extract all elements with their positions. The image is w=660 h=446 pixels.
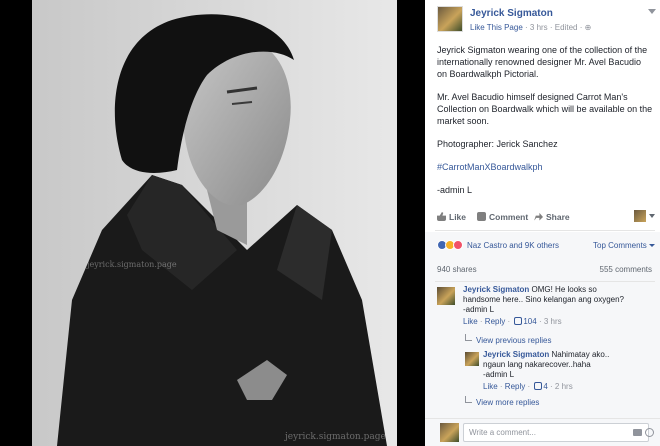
photo-stage[interactable]: jeyrick.sigmaton.page jeyrick.sigmaton.p… <box>0 0 425 446</box>
comment-reply-link[interactable]: Reply <box>485 317 505 326</box>
photographer-credit: Photographer: Jerick Sanchez <box>437 139 558 149</box>
portrait-illustration <box>32 0 397 446</box>
page-name-link[interactable]: Jeyrick Sigmaton <box>470 8 553 19</box>
post-meta: Like This Page · 3 hrs · Edited · ⊕ <box>470 23 591 32</box>
globe-icon: ⊕ <box>584 23 592 32</box>
thumbs-up-icon <box>514 317 523 325</box>
top-comments-dropdown[interactable]: Top Comments <box>593 241 655 250</box>
page-avatar[interactable] <box>437 6 463 32</box>
post-sidebar: Jeyrick Sigmaton Like This Page · 3 hrs … <box>425 0 660 446</box>
post-header: Jeyrick Sigmaton Like This Page · 3 hrs … <box>437 6 657 36</box>
comments-list: Jeyrick Sigmaton OMG! He looks so handso… <box>425 282 660 418</box>
post-as-chevron-icon[interactable] <box>649 214 655 218</box>
commenter-avatar[interactable] <box>437 287 455 305</box>
view-previous-replies-link[interactable]: View previous replies <box>465 334 551 345</box>
engagement-counts: 940 shares 555 comments <box>425 258 660 282</box>
reply-body: Jeyrick Sigmaton Nahimatay ako.. ngaun l… <box>483 350 633 392</box>
reply-signoff: -admin L <box>483 370 515 379</box>
photo-watermark: jeyrick.sigmaton.page <box>87 260 177 269</box>
post-options-chevron-icon[interactable] <box>647 8 656 16</box>
comment-like-link[interactable]: Like <box>463 317 478 326</box>
comment-button[interactable]: Comment <box>477 212 528 222</box>
comment-timestamp: 3 hrs <box>543 317 562 326</box>
comment-signoff: -admin L <box>463 305 495 314</box>
thumbs-up-icon <box>534 382 543 390</box>
love-reaction-icon[interactable] <box>453 240 463 250</box>
thumbs-up-icon <box>437 212 446 221</box>
camera-icon[interactable] <box>633 429 642 436</box>
reply-timestamp: 2 hrs <box>554 382 573 391</box>
photo-watermark-bottom: jeyrick.sigmaton.page <box>285 432 386 442</box>
replier-avatar[interactable] <box>465 352 479 366</box>
reactions-summary-link[interactable]: Naz Castro and 9K others <box>467 241 559 250</box>
post-timestamp: · 3 hrs · Edited · <box>522 23 585 32</box>
reactions-bar: Naz Castro and 9K others Top Comments <box>425 232 660 258</box>
reply-like-count[interactable]: 4 <box>543 382 547 391</box>
comment-body: Jeyrick Sigmaton OMG! He looks so handso… <box>463 285 633 327</box>
composer-avatar <box>440 423 459 442</box>
comment-composer: Write a comment... <box>425 418 660 446</box>
post-text: Jeyrick Sigmaton wearing one of the coll… <box>437 44 653 207</box>
comment-input[interactable]: Write a comment... <box>463 423 649 442</box>
reply-reply-link[interactable]: Reply <box>505 382 525 391</box>
reply-like-link[interactable]: Like <box>483 382 498 391</box>
emoji-icon[interactable] <box>645 428 654 437</box>
comment-icon <box>477 212 486 221</box>
reply-meta: Like · Reply · 4 · 2 hrs <box>483 382 573 391</box>
like-button[interactable]: Like <box>437 212 466 222</box>
divider <box>435 230 655 231</box>
post-photo[interactable]: jeyrick.sigmaton.page jeyrick.sigmaton.p… <box>32 0 397 446</box>
post-as-avatar[interactable] <box>634 210 646 222</box>
hashtag-link[interactable]: #CarrotManXBoardwalkph <box>437 161 653 173</box>
like-page-link[interactable]: Like This Page <box>470 23 523 32</box>
shares-count[interactable]: 940 shares <box>437 265 477 274</box>
share-button[interactable]: Share <box>534 212 570 222</box>
comments-count[interactable]: 555 comments <box>600 265 652 274</box>
view-more-replies-link[interactable]: View more replies <box>465 396 539 407</box>
comment-author-link[interactable]: Jeyrick Sigmaton <box>463 285 529 294</box>
post-actions: Like Comment Share <box>437 210 655 226</box>
post-paragraph: Jeyrick Sigmaton wearing one of the coll… <box>437 45 648 79</box>
post-signoff: -admin L <box>437 185 473 195</box>
share-arrow-icon <box>534 212 543 221</box>
post-paragraph: Mr. Avel Bacudio himself designed Carrot… <box>437 92 653 126</box>
comment-like-count[interactable]: 104 <box>523 317 536 326</box>
reply-author-link[interactable]: Jeyrick Sigmaton <box>483 350 549 359</box>
comment-meta: Like · Reply · 104 · 3 hrs <box>463 317 562 326</box>
